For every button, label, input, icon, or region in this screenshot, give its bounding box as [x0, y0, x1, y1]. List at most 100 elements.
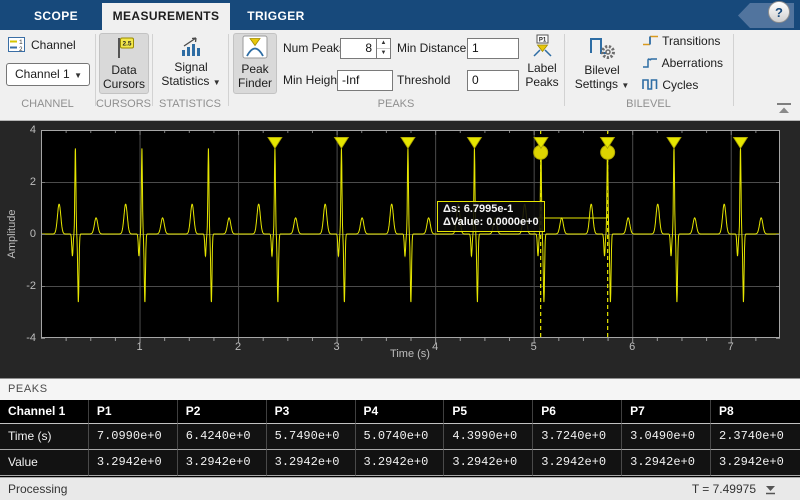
table-header-p4: P4 [355, 400, 445, 424]
cell-p6: 3.2942e+0 [533, 450, 623, 476]
cycles-button[interactable]: Cycles [640, 77, 732, 97]
data-cursors-label-line1: Data [111, 63, 137, 77]
x-tick-label: 2 [235, 341, 242, 353]
table-header-p1: P1 [88, 400, 178, 424]
toolbar-divider [564, 34, 565, 106]
bilevel-settings-label-line1: Bilevel [584, 63, 620, 77]
signal-statistics-label-line2: Statistics ▼ [157, 74, 225, 90]
min-distance-label: Min Distance [397, 41, 467, 55]
bilevel-settings-icon [590, 38, 615, 59]
group-label-bilevel: BILEVEL [626, 98, 671, 110]
aberrations-label: Aberrations [661, 56, 724, 70]
peak-finder-label-line1: Peak [241, 62, 269, 76]
simulation-time: T = 7.49975 [691, 482, 756, 496]
label-peaks-toggle[interactable]: P1 Label Peaks [521, 33, 563, 94]
min-height-label: Min Height [283, 73, 341, 87]
channel-select[interactable]: Channel 1 ▼ [6, 63, 90, 86]
collapse-statusbar-icon[interactable] [765, 484, 776, 495]
scope-window: SCOPE MEASUREMENTS TRIGGER ? 1 2 Channel… [0, 0, 800, 500]
signal-statistics-label-text: Statistics [161, 74, 210, 88]
y-tick-label: -2 [26, 280, 36, 292]
data-cursors-label-line2: Cursors [102, 77, 145, 91]
table-header-p7: P7 [622, 400, 711, 424]
bilevel-settings-button[interactable]: Bilevel Settings ▼ [571, 33, 633, 94]
data-cursors-toggle[interactable]: 2.5 Data Cursors [99, 33, 149, 94]
label-peaks-icon: P1 [533, 34, 552, 57]
cell-p7: 3.2942e+0 [622, 450, 711, 476]
group-label-statistics: STATISTICS [159, 98, 221, 110]
num-peaks-input[interactable]: 8 [340, 38, 377, 59]
table-header-p3: P3 [266, 400, 356, 424]
min-distance-input[interactable]: 1 [467, 38, 519, 59]
channel-button[interactable]: 1 2 Channel [8, 37, 76, 52]
data-cursors-icon: 2.5 [118, 37, 134, 58]
toolbar-divider [228, 34, 229, 106]
aberrations-icon [643, 58, 657, 68]
cell-p2: 6.4240e+0 [177, 424, 267, 450]
min-height-input[interactable]: -Inf [337, 70, 393, 91]
collapse-toolstrip-icon[interactable] [776, 102, 792, 116]
x-tick-label: 5 [530, 341, 537, 353]
cycles-icon [642, 79, 658, 90]
cell-p1: 7.0990e+0 [88, 424, 178, 450]
waveform-plot[interactable] [0, 121, 800, 378]
cell-p7: 3.0490e+0 [622, 424, 711, 450]
channel-select-value: Channel 1 [15, 67, 70, 81]
cell-p5: 4.3990e+0 [444, 424, 534, 450]
spinner-down-icon[interactable]: ▼ [377, 48, 390, 58]
svg-text:2.5: 2.5 [122, 41, 131, 48]
scope-plot-panel: Amplitude Time (s) Δs: 6.7995e-1 ΔValue:… [0, 121, 800, 378]
cell-p8: 3.2942e+0 [711, 450, 800, 476]
tab-bar: SCOPE MEASUREMENTS TRIGGER ? [0, 0, 800, 30]
signal-statistics-icon [182, 37, 200, 56]
cell-p4: 5.0740e+0 [355, 424, 445, 450]
cell-p5: 3.2942e+0 [444, 450, 534, 476]
transitions-button[interactable]: Transitions [640, 33, 732, 53]
label-peaks-label-line1: Label [527, 61, 557, 75]
cursor-delta-tooltip[interactable]: Δs: 6.7995e-1 ΔValue: 0.0000e+0 [437, 201, 545, 232]
peaks-panel-title[interactable]: PEAKS [0, 378, 800, 400]
table-header-p5: P5 [444, 400, 534, 424]
tab-trigger[interactable]: TRIGGER [230, 3, 322, 30]
table-header-p6: P6 [533, 400, 623, 424]
help-button[interactable]: ? [768, 1, 790, 23]
transitions-label: Transitions [662, 34, 721, 48]
svg-text:P1: P1 [539, 38, 547, 44]
y-tick-label: 0 [29, 228, 36, 240]
cell-p2: 3.2942e+0 [177, 450, 267, 476]
table-corner-channel: Channel 1 [0, 400, 89, 424]
cell-p4: 3.2942e+0 [355, 450, 445, 476]
toolbar-divider [152, 34, 153, 106]
cell-p3: 5.7490e+0 [266, 424, 356, 450]
x-tick-label: 1 [136, 341, 143, 353]
peak-finder-label-line2: Finder [237, 76, 272, 90]
cycles-label: Cycles [662, 78, 699, 92]
signal-statistics-button[interactable]: Signal Statistics ▼ [157, 33, 225, 94]
cell-p3: 3.2942e+0 [266, 450, 356, 476]
cell-p6: 3.7240e+0 [533, 424, 623, 450]
x-tick-label: 4 [432, 341, 439, 353]
svg-text:1: 1 [19, 39, 23, 46]
tab-scope[interactable]: SCOPE [10, 3, 102, 30]
spinner-up-icon[interactable]: ▲ [377, 39, 390, 48]
svg-text:2: 2 [19, 46, 23, 52]
bilevel-settings-label-text: Settings [574, 77, 619, 91]
cell-p1: 3.2942e+0 [88, 450, 178, 476]
row-label: Time (s) [0, 424, 89, 450]
threshold-input[interactable]: 0 [467, 70, 519, 91]
x-tick-label: 3 [333, 341, 340, 353]
x-tick-label: 6 [629, 341, 636, 353]
group-label-cursors: CURSORS [95, 98, 151, 110]
peak-finder-toggle[interactable]: Peak Finder [233, 33, 277, 94]
tab-measurements[interactable]: MEASUREMENTS [102, 3, 230, 30]
channel-button-label: Channel [31, 37, 76, 52]
cursor-delta-value: ΔValue: 0.0000e+0 [443, 216, 539, 228]
toolstrip: 1 2 Channel Channel 1 ▼ CHANNEL 2.5 Data… [0, 30, 800, 121]
aberrations-button[interactable]: Aberrations [640, 55, 732, 75]
cell-p8: 2.3740e+0 [711, 424, 800, 450]
chevron-down-icon: ▼ [621, 81, 630, 90]
y-tick-label: 4 [29, 124, 36, 136]
table-header-p2: P2 [177, 400, 267, 424]
label-peaks-label-line2: Peaks [525, 75, 559, 89]
num-peaks-spinner[interactable]: ▲ ▼ [377, 38, 391, 59]
